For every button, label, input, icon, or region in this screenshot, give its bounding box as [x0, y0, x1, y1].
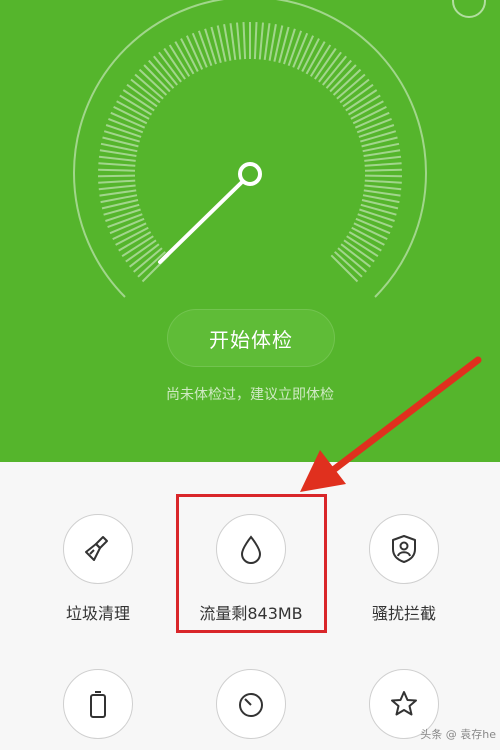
gauge-tick [364, 155, 402, 162]
data-usage-highlight-box [176, 494, 327, 633]
gauge-tick [105, 208, 141, 222]
gauge-tick [236, 22, 242, 60]
tool-label: 骚扰拦截 [371, 604, 436, 623]
tool-timer[interactable] [171, 669, 331, 739]
tool-battery[interactable] [18, 669, 178, 739]
gauge-tick [283, 28, 296, 65]
gauge-tick [229, 23, 237, 61]
tool-label: 垃圾清理 [65, 604, 130, 623]
gauge-tick [359, 208, 395, 222]
gauge-tick [258, 22, 264, 60]
gauge-tick [98, 168, 136, 172]
gauge-tick [263, 23, 271, 61]
gauge-tick [357, 213, 393, 229]
gauge-tick [98, 184, 136, 191]
battery-icon [63, 669, 133, 739]
gauge-tick [287, 30, 303, 67]
gauge-tick [364, 179, 402, 184]
broom-icon [63, 514, 133, 584]
gauge-tick [197, 30, 213, 67]
gauge-tick [364, 174, 403, 178]
start-check-button[interactable]: 开始体检 [167, 309, 335, 367]
health-check-header: 开始体检 尚未体检过，建议立即体检 [0, 0, 500, 462]
gauge-tick [98, 162, 136, 167]
watermark: 头条 @ 袁存he [420, 728, 496, 741]
gauge-tick [105, 124, 142, 138]
gauge-needle [158, 181, 243, 264]
gauge-tick [99, 189, 137, 197]
tool-harassment-block[interactable]: 骚扰拦截 [324, 514, 484, 624]
gauge-tick [99, 149, 137, 157]
gauge-tick [98, 179, 136, 184]
gauge-tick [364, 162, 402, 167]
gauge-tick [358, 124, 395, 138]
gauge-tick [364, 168, 402, 172]
gauge-tick [242, 22, 247, 60]
gauge-tick [97, 174, 136, 178]
gauge-tick [253, 22, 258, 60]
gauge-tick [204, 28, 217, 65]
timer-icon [216, 669, 286, 739]
tool-junk-clean[interactable]: 垃圾清理 [18, 514, 178, 624]
gauge-tick [363, 149, 401, 157]
gauge-needle-hub [238, 162, 262, 186]
gauge-tick [98, 155, 136, 162]
gauge-ticks [97, 22, 403, 283]
gauge-tick [364, 184, 402, 191]
gauge-tick [363, 189, 401, 197]
gauge-tick [107, 213, 143, 229]
shield-user-icon [369, 514, 439, 584]
check-hint-text: 尚未体检过，建议立即体检 [166, 387, 334, 403]
